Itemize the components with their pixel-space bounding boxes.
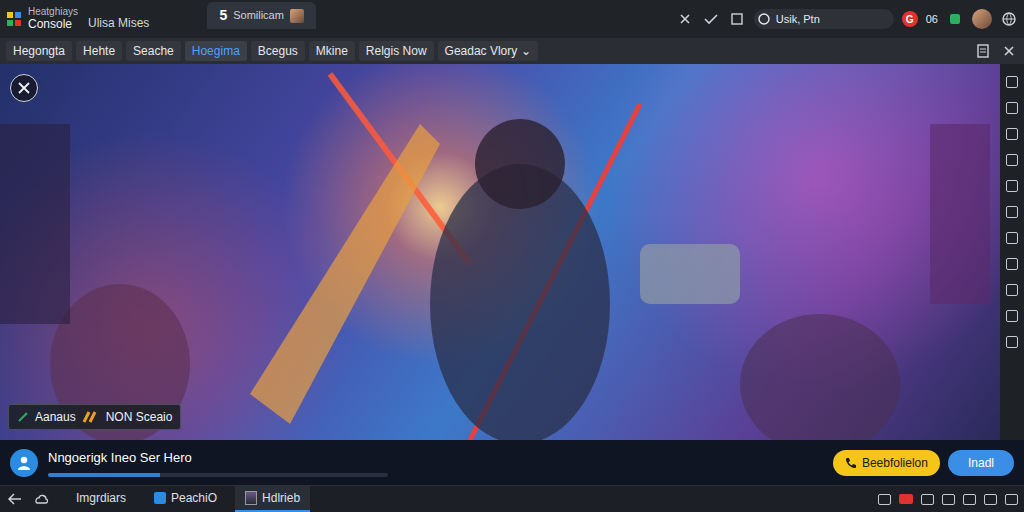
tool-icon[interactable]	[1006, 154, 1018, 166]
game-art-shapes	[0, 64, 1000, 440]
menu-icon[interactable]	[974, 42, 992, 60]
nav-label: Hehte	[83, 44, 115, 58]
now-playing-bar: Nngoerigk Ineo Ser Hero Beebfolielon Ina…	[0, 440, 1024, 485]
progress-track	[48, 473, 388, 477]
tab-count: 5	[219, 5, 227, 26]
side-rail	[1000, 64, 1024, 440]
person-icon	[10, 449, 38, 477]
window-tab[interactable]: 5 Somilicam	[207, 2, 316, 29]
tool-icon[interactable]	[1006, 102, 1018, 114]
screen-icon[interactable]	[878, 494, 891, 505]
nav-label: Relgis Now	[366, 44, 427, 58]
nav-item[interactable]: Hehte	[76, 41, 122, 61]
nav-label: Hoegima	[192, 44, 240, 58]
bell-icon[interactable]	[942, 494, 955, 505]
nav-item[interactable]: Mkine	[309, 41, 355, 61]
nav-item[interactable]: Seache	[126, 41, 181, 61]
tool-icon[interactable]	[1006, 180, 1018, 192]
taskbar-label: Imgrdiars	[76, 489, 126, 507]
tool-icon[interactable]	[1006, 258, 1018, 270]
game-title: Nngoerigk Ineo Ser Hero	[48, 448, 388, 468]
user-avatar-icon[interactable]	[972, 9, 992, 29]
volume-icon[interactable]	[984, 494, 997, 505]
title-bar: Heatghiays Console Ulisa Mises 5 Somilic…	[0, 0, 1024, 38]
account-count: 06	[926, 11, 938, 28]
nav-item[interactable]: Bcegus	[251, 41, 305, 61]
close-icon[interactable]	[676, 10, 694, 28]
check-icon[interactable]	[702, 10, 720, 28]
globe-icon	[758, 13, 770, 25]
back-icon[interactable]	[6, 490, 24, 508]
window-subtitle: Ulisa Mises	[88, 14, 149, 38]
taskbar-item[interactable]: PeachiO	[144, 486, 227, 512]
camera-icon[interactable]	[921, 494, 934, 505]
nav-label: Geadac Vlory	[445, 44, 518, 58]
power-icon[interactable]	[1005, 494, 1018, 505]
tool-icon[interactable]	[1006, 284, 1018, 296]
taskbar-item[interactable]: Imgrdiars	[66, 486, 136, 512]
nav-item[interactable]: Geadac Vlory⌄	[438, 41, 539, 61]
nav-bar: Hegongta Hehte Seache Hoegima Bcegus Mkine Rel…	[0, 38, 1024, 64]
call-button[interactable]: Beebfolielon	[833, 450, 940, 476]
app-name: Heatghiays	[28, 6, 78, 18]
cloud-icon[interactable]	[32, 490, 50, 508]
record-icon[interactable]	[899, 494, 913, 504]
overlay-tag-text: NON Sceaio	[106, 408, 173, 426]
overlay-badge: Aanaus NON Sceaio	[8, 404, 181, 430]
window-thumb-icon	[245, 491, 257, 505]
close-banner-icon[interactable]	[10, 74, 38, 102]
tool-icon[interactable]	[1006, 310, 1018, 322]
window-icon[interactable]	[728, 10, 746, 28]
nav-item[interactable]: Hegongta	[6, 41, 72, 61]
bolt-icon	[82, 411, 100, 423]
address-text: Usik, Ptn	[776, 11, 820, 28]
taskbar-label: Hdlrieb	[262, 489, 300, 507]
app-icon	[154, 492, 166, 504]
tool-icon[interactable]	[1006, 128, 1018, 140]
tab-thumb-icon	[290, 9, 304, 23]
nav-item[interactable]: Hoegima	[185, 41, 247, 61]
tool-icon[interactable]	[1006, 336, 1018, 348]
app-block[interactable]: Heatghiays Console	[6, 6, 78, 31]
overlay-label: Aanaus	[35, 408, 76, 426]
nav-item[interactable]: Relgis Now	[359, 41, 434, 61]
globe-icon[interactable]	[1000, 10, 1018, 28]
tool-icon[interactable]	[1006, 232, 1018, 244]
app-section: Console	[28, 18, 78, 32]
nav-label: Seache	[133, 44, 174, 58]
app-logo-icon	[6, 11, 22, 27]
tool-icon[interactable]	[1006, 76, 1018, 88]
tab-label: Somilicam	[233, 7, 284, 24]
settings-icon[interactable]	[963, 494, 976, 505]
game-art: Aanaus NON Sceaio	[0, 64, 1000, 440]
caret-icon: ⌄	[521, 44, 531, 58]
tool-icon[interactable]	[1006, 206, 1018, 218]
taskbar-item[interactable]: Hdlrieb	[235, 486, 310, 512]
call-label: Beebfolielon	[862, 454, 928, 472]
nav-label: Mkine	[316, 44, 348, 58]
nav-label: Bcegus	[258, 44, 298, 58]
account-logo[interactable]: G	[902, 11, 918, 27]
taskbar: Imgrdiars PeachiO Hdlrieb	[0, 485, 1024, 512]
install-button[interactable]: Inadl	[948, 450, 1014, 476]
puzzle-icon[interactable]	[946, 10, 964, 28]
progress-fill	[48, 473, 160, 477]
taskbar-label: PeachiO	[171, 489, 217, 507]
link-icon	[17, 411, 29, 423]
phone-icon	[845, 457, 857, 469]
nav-label: Hegongta	[13, 44, 65, 58]
close-icon[interactable]	[1000, 42, 1018, 60]
address-field[interactable]: Usik, Ptn	[754, 9, 894, 30]
